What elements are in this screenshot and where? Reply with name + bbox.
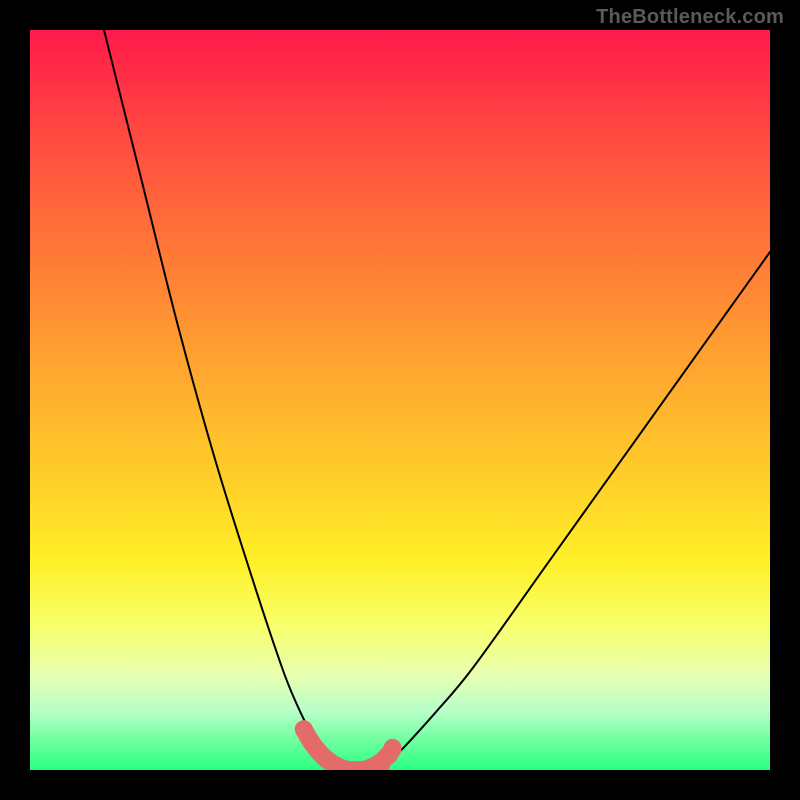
series-left-curve (104, 30, 370, 770)
series-right-curve (370, 252, 770, 770)
curve-layer (30, 30, 770, 770)
attribution-label: TheBottleneck.com (596, 6, 784, 29)
plot-area (30, 30, 770, 770)
valley-highlight-dot (384, 739, 402, 757)
chart-frame: TheBottleneck.com (0, 0, 800, 800)
